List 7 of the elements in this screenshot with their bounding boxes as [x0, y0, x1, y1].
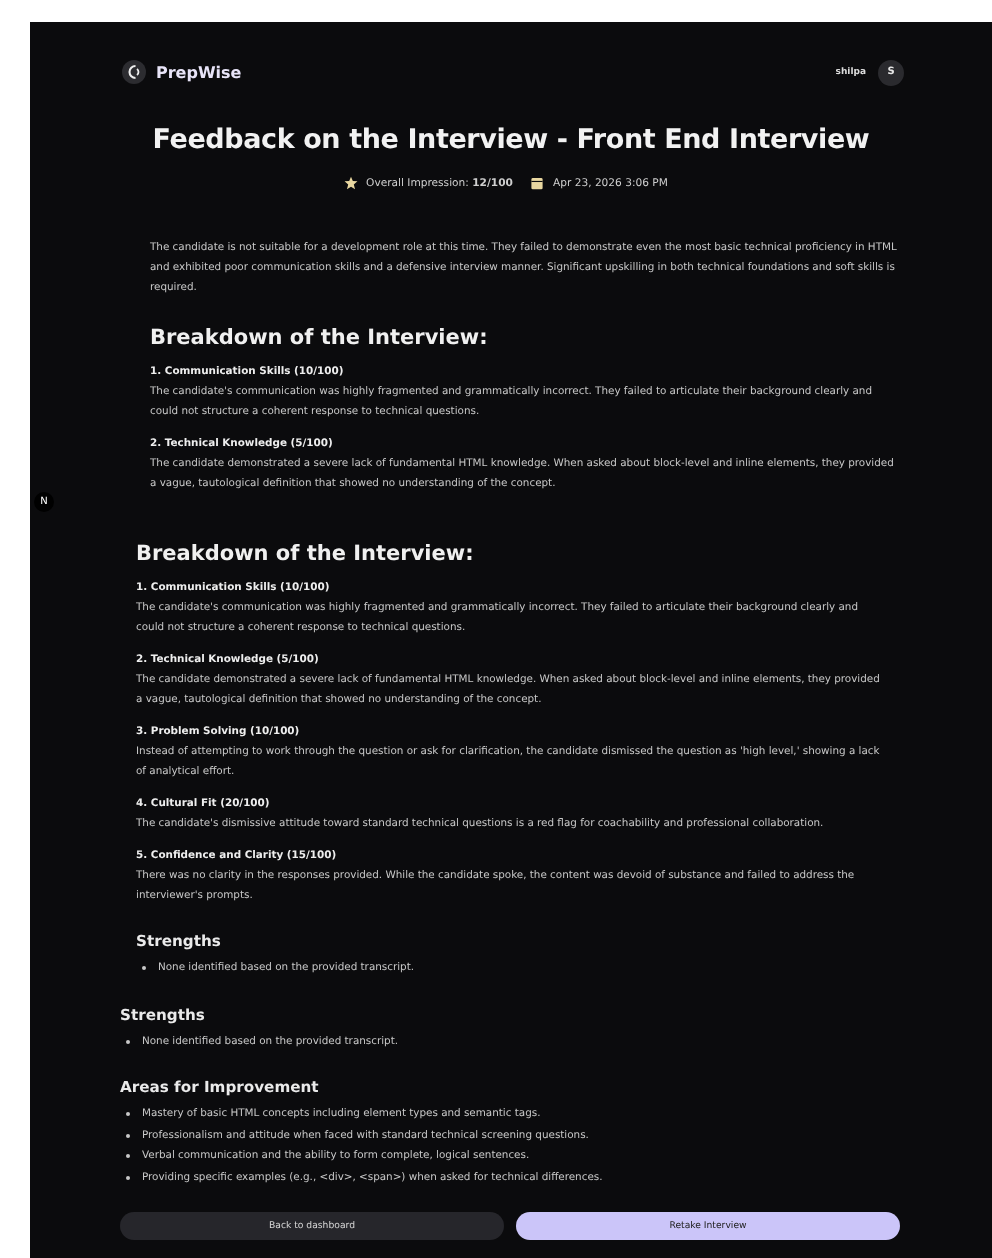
star-icon — [344, 176, 359, 190]
logo-icon — [122, 60, 146, 84]
section-heading: Breakdown of the Interview: — [136, 542, 476, 566]
page-title: Feedback on the Interview - Front End Interview — [150, 124, 872, 156]
calendar-icon — [530, 176, 545, 190]
brand-name[interactable]: PrepWise — [156, 63, 242, 81]
section-heading: Breakdown of the Interview: — [150, 326, 490, 350]
